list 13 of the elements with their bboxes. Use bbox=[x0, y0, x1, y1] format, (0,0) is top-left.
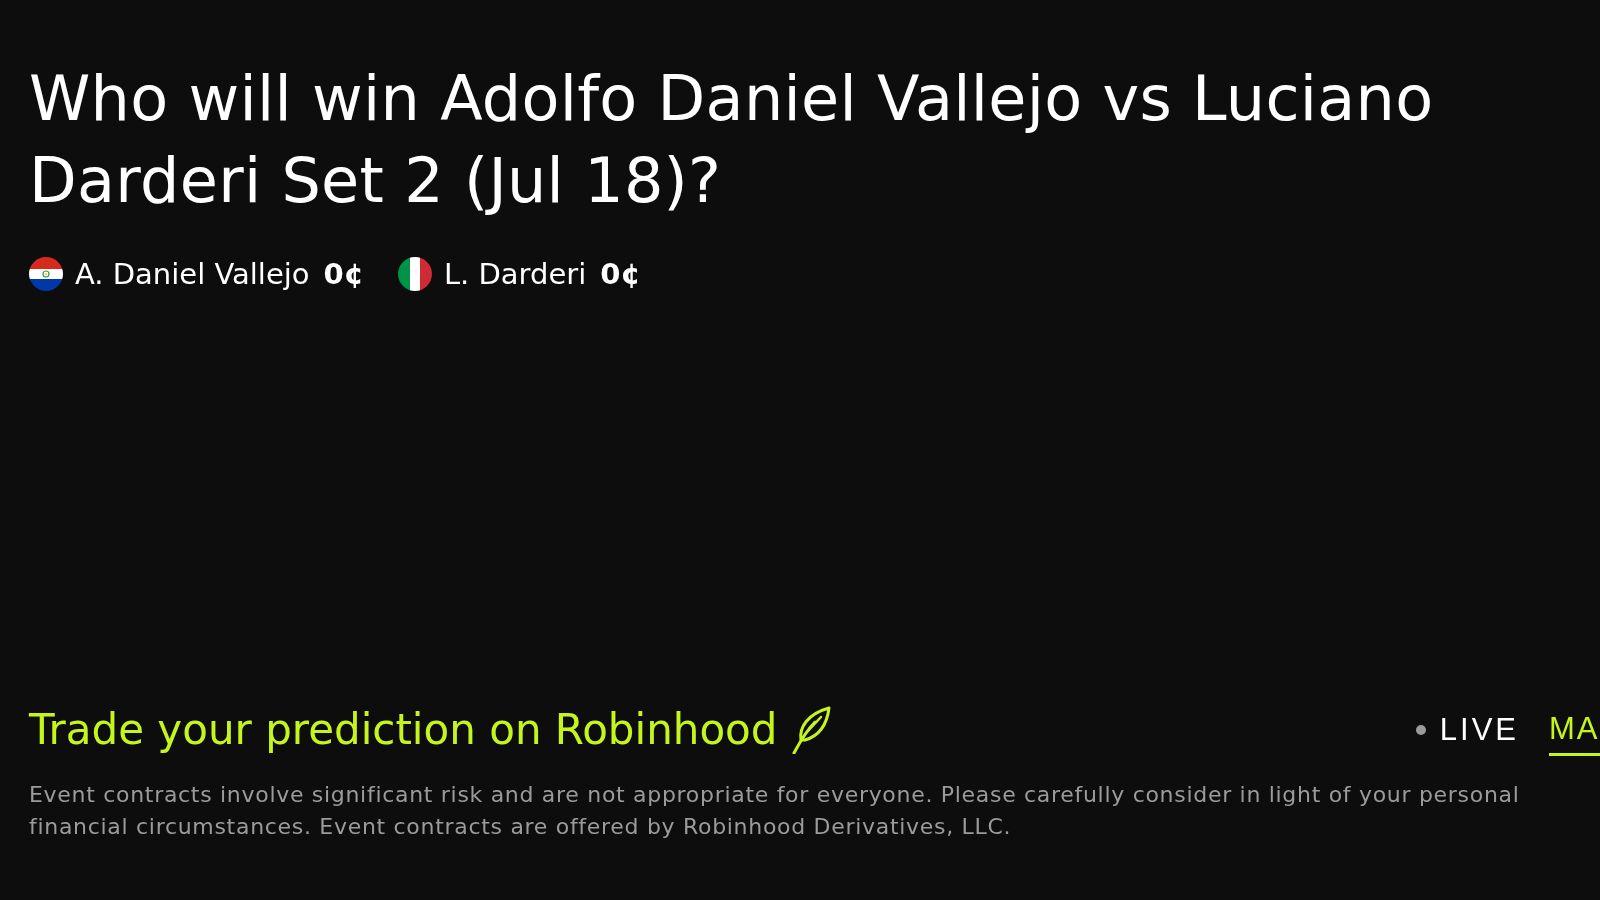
flag-icon bbox=[29, 257, 63, 291]
flag-icon bbox=[397, 257, 432, 291]
disclaimer-text: Event contracts involve significant risk and are not appropriate for everyone. Please carefully consider in light of your personal financial circumstances. Event contracts are offered by Robinhood Derivatives, LLC. bbox=[29, 781, 1521, 841]
tab[interactable]: MA bbox=[1549, 704, 1600, 756]
live-label: LIVE bbox=[1439, 711, 1519, 749]
player-price: 0¢ bbox=[323, 256, 364, 293]
question-title: Who will win Adolfo Daniel Vallejo vs Luciano Darderi Set 2 (Jul 18)? bbox=[29, 61, 1435, 219]
status-dot-icon bbox=[1415, 725, 1426, 735]
promo-headline: Trade your prediction on Robinhood bbox=[29, 704, 778, 756]
player-name: A. Daniel Vallejo bbox=[75, 256, 310, 293]
feather-icon bbox=[791, 706, 832, 754]
player-price: 0¢ bbox=[600, 256, 641, 293]
player-name: L. Darderi bbox=[443, 256, 587, 293]
